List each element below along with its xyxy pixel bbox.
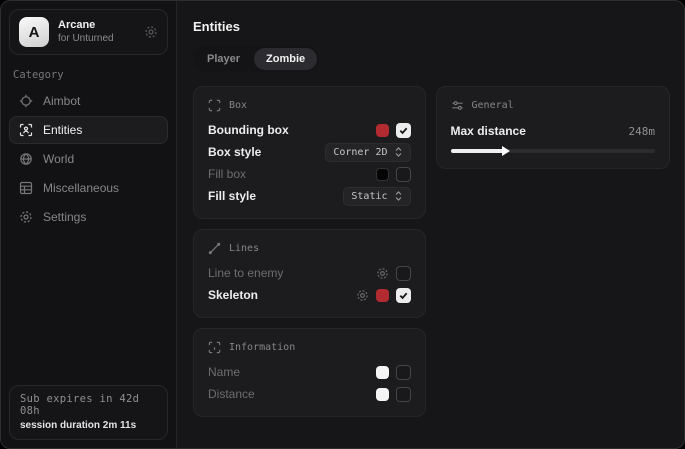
setting-row-fill-style: Fill style Static xyxy=(208,185,411,207)
tab-player[interactable]: Player xyxy=(195,48,252,70)
gear-icon xyxy=(19,210,33,224)
app-window: A Arcane for Unturned Category xyxy=(0,0,685,449)
max-distance-row: Max distance 248m xyxy=(451,121,655,141)
grid-icon xyxy=(19,181,33,195)
dropdown-value: Static xyxy=(351,191,387,202)
lines-card-header: Lines xyxy=(208,239,411,262)
setting-row-fill-box: Fill box xyxy=(208,163,411,185)
sidebar-item-miscellaneous[interactable]: Miscellaneous xyxy=(9,174,168,202)
checkbox-checked[interactable] xyxy=(396,288,411,303)
max-distance-slider[interactable] xyxy=(451,149,655,153)
color-swatch[interactable] xyxy=(376,124,389,137)
color-swatch[interactable] xyxy=(376,289,389,302)
check-icon xyxy=(399,126,408,135)
category-label: Category xyxy=(13,69,164,81)
row-settings-gear-icon[interactable] xyxy=(376,267,389,280)
sidebar: A Arcane for Unturned Category xyxy=(1,1,177,448)
sub-expiry-text: Sub expires in 42d 08h xyxy=(20,393,157,417)
chevron-up-down-icon xyxy=(394,191,403,201)
app-logo: A xyxy=(19,17,49,47)
brand-name: Arcane xyxy=(58,19,135,33)
sidebar-nav: Aimbot Entities xyxy=(9,87,168,231)
sidebar-item-label: World xyxy=(43,152,74,166)
setting-label: Skeleton xyxy=(208,288,356,302)
box-style-dropdown[interactable]: Corner 2D xyxy=(325,143,410,162)
checkbox-unchecked[interactable] xyxy=(396,266,411,281)
sidebar-item-world[interactable]: World xyxy=(9,145,168,173)
general-card-header: General xyxy=(451,96,655,119)
setting-label: Fill style xyxy=(208,189,343,203)
diagonal-line-icon xyxy=(208,242,221,255)
sidebar-item-label: Aimbot xyxy=(43,94,80,108)
row-settings-gear-icon[interactable] xyxy=(356,289,369,302)
slider-thumb[interactable] xyxy=(502,146,510,156)
setting-label: Line to enemy xyxy=(208,266,376,280)
sidebar-item-label: Settings xyxy=(43,210,86,224)
sidebar-item-settings[interactable]: Settings xyxy=(9,203,168,231)
box-card: Box Bounding box xyxy=(193,86,426,219)
brand-text: Arcane for Unturned xyxy=(58,19,135,45)
info-scan-icon xyxy=(208,341,221,354)
scan-corners-icon xyxy=(208,99,221,112)
lines-card: Lines Line to enemy xyxy=(193,229,426,318)
setting-row-distance: Distance xyxy=(208,383,411,405)
checkbox-unchecked[interactable] xyxy=(396,167,411,182)
check-icon xyxy=(399,291,408,300)
chevron-up-down-icon xyxy=(394,147,403,157)
sliders-icon xyxy=(451,99,464,112)
setting-row-line-to-enemy: Line to enemy xyxy=(208,262,411,284)
subscription-info-card: Sub expires in 42d 08h session duration … xyxy=(9,385,168,440)
right-column: General Max distance 248m xyxy=(436,86,670,169)
slider-label: Max distance xyxy=(451,124,629,138)
setting-row-skeleton: Skeleton xyxy=(208,284,411,306)
checkbox-unchecked[interactable] xyxy=(396,387,411,402)
sidebar-item-entities[interactable]: Entities xyxy=(9,116,168,144)
setting-label: Distance xyxy=(208,387,376,401)
setting-row-box-style: Box style Corner 2D xyxy=(208,141,411,163)
main-panel: Entities Player Zombie Box Bounding box xyxy=(177,1,684,448)
setting-row-bounding-box: Bounding box xyxy=(208,119,411,141)
setting-label: Bounding box xyxy=(208,123,376,137)
box-card-header: Box xyxy=(208,96,411,119)
globe-icon xyxy=(19,152,33,166)
session-duration-text: session duration 2m 11s xyxy=(20,420,157,431)
setting-label: Name xyxy=(208,365,376,379)
scan-entity-icon xyxy=(19,123,33,137)
sidebar-item-label: Miscellaneous xyxy=(43,181,119,195)
information-card-title: Information xyxy=(229,342,295,353)
color-swatch[interactable] xyxy=(376,168,389,181)
general-card: General Max distance 248m xyxy=(436,86,670,169)
setting-label: Fill box xyxy=(208,167,376,181)
slider-value: 248m xyxy=(629,125,656,138)
crosshair-icon xyxy=(19,94,33,108)
lines-card-title: Lines xyxy=(229,243,259,254)
color-swatch[interactable] xyxy=(376,388,389,401)
setting-row-name: Name xyxy=(208,361,411,383)
brand-card: A Arcane for Unturned xyxy=(9,9,168,55)
fill-style-dropdown[interactable]: Static xyxy=(343,187,410,206)
checkbox-unchecked[interactable] xyxy=(396,365,411,380)
entity-tabs: Player Zombie xyxy=(193,46,319,72)
information-card-header: Information xyxy=(208,338,411,361)
sidebar-item-aimbot[interactable]: Aimbot xyxy=(9,87,168,115)
information-card: Information Name Distance xyxy=(193,328,426,417)
brand-subtitle: for Unturned xyxy=(58,33,135,46)
tab-zombie[interactable]: Zombie xyxy=(254,48,317,70)
general-card-title: General xyxy=(472,100,514,111)
left-column: Box Bounding box xyxy=(193,86,426,417)
gear-icon[interactable] xyxy=(144,25,158,39)
box-card-title: Box xyxy=(229,100,247,111)
setting-label: Box style xyxy=(208,145,325,159)
sidebar-item-label: Entities xyxy=(43,123,82,137)
checkbox-checked[interactable] xyxy=(396,123,411,138)
page-title: Entities xyxy=(193,19,670,34)
content-columns: Box Bounding box xyxy=(193,86,670,417)
dropdown-value: Corner 2D xyxy=(333,147,387,158)
color-swatch[interactable] xyxy=(376,366,389,379)
slider-fill xyxy=(451,149,504,153)
